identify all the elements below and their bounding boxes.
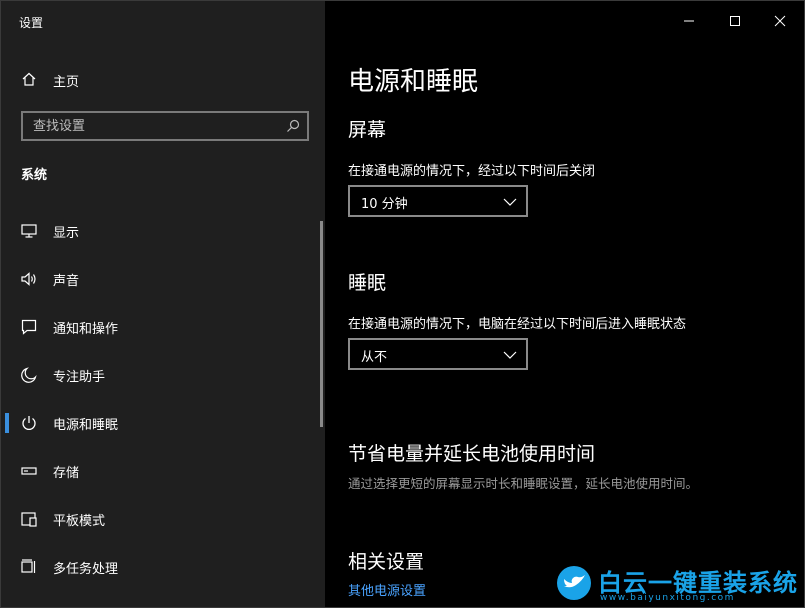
settings-window: 设置 主页 系统 显示 bbox=[0, 0, 805, 608]
battery-description: 通过选择更短的屏幕显示时长和睡眠设置，延长电池使用时间。 bbox=[348, 476, 699, 491]
related-settings-heading: 相关设置 bbox=[348, 551, 425, 573]
sidebar-item-label: 多任务处理 bbox=[53, 562, 119, 577]
sidebar-item-label: 通知和操作 bbox=[53, 322, 119, 337]
sleep-description: 在接通电源的情况下，电脑在经过以下时间后进入睡眠状态 bbox=[348, 317, 687, 332]
multitask-icon bbox=[21, 559, 36, 573]
sidebar-scrollbar[interactable] bbox=[320, 221, 323, 427]
sidebar-item-label: 平板模式 bbox=[53, 514, 106, 529]
sidebar-nav: 显示 声音 通知和操作 专注助手 电源和睡眠 存储 平板模式 多任务处理 bbox=[1, 207, 325, 591]
tablet-icon bbox=[21, 512, 37, 527]
section-label-system: 系统 bbox=[21, 168, 48, 183]
sidebar-item-label: 专注助手 bbox=[53, 370, 106, 385]
battery-heading: 节省电量并延长电池使用时间 bbox=[348, 443, 596, 465]
monitor-icon bbox=[21, 224, 37, 238]
screen-timeout-value: 10 分钟 bbox=[361, 197, 408, 212]
maximize-button[interactable] bbox=[719, 7, 751, 35]
sleep-timeout-value: 从不 bbox=[361, 350, 388, 365]
sidebar-item-multitasking[interactable]: 多任务处理 bbox=[1, 543, 325, 591]
search-box bbox=[21, 111, 309, 141]
sleep-timeout-dropdown[interactable]: 从不 bbox=[348, 338, 528, 370]
sidebar-item-storage[interactable]: 存储 bbox=[1, 447, 325, 495]
close-button[interactable] bbox=[764, 7, 796, 35]
sidebar-item-focus-assist[interactable]: 专注助手 bbox=[1, 351, 325, 399]
home-icon bbox=[22, 72, 36, 86]
page-title: 电源和睡眠 bbox=[348, 67, 479, 97]
sidebar-item-display[interactable]: 显示 bbox=[1, 207, 325, 255]
minimize-icon bbox=[684, 20, 694, 22]
bird-logo-icon bbox=[557, 566, 591, 600]
sidebar-item-label: 显示 bbox=[53, 226, 80, 241]
notification-icon bbox=[21, 319, 37, 335]
additional-power-settings-link[interactable]: 其他电源设置 bbox=[348, 580, 426, 599]
sidebar-item-power-sleep[interactable]: 电源和睡眠 bbox=[1, 399, 325, 447]
sidebar-item-label: 声音 bbox=[53, 274, 80, 289]
sleep-heading: 睡眠 bbox=[348, 272, 387, 294]
screen-heading: 屏幕 bbox=[348, 119, 387, 141]
sidebar-item-notifications[interactable]: 通知和操作 bbox=[1, 303, 325, 351]
maximize-icon bbox=[730, 16, 740, 26]
sidebar-item-sound[interactable]: 声音 bbox=[1, 255, 325, 303]
sidebar: 设置 主页 系统 显示 bbox=[1, 1, 325, 607]
storage-icon bbox=[21, 467, 37, 475]
chevron-down-icon bbox=[503, 198, 517, 206]
sidebar-item-label: 存储 bbox=[53, 466, 80, 481]
close-icon bbox=[774, 15, 786, 27]
sidebar-home[interactable]: 主页 bbox=[1, 63, 325, 95]
minimize-button[interactable] bbox=[673, 7, 705, 35]
sidebar-item-tablet-mode[interactable]: 平板模式 bbox=[1, 495, 325, 543]
sidebar-item-label: 电源和睡眠 bbox=[53, 418, 119, 433]
screen-description: 在接通电源的情况下，经过以下时间后关闭 bbox=[348, 164, 596, 179]
search-icon[interactable] bbox=[285, 118, 301, 134]
moon-icon bbox=[21, 367, 37, 383]
watermark: 白云一键重装系统 www.baiyunxitong.com bbox=[556, 563, 805, 608]
power-icon bbox=[22, 416, 36, 430]
sidebar-home-label: 主页 bbox=[53, 75, 80, 90]
speaker-icon bbox=[21, 272, 36, 286]
chevron-down-icon bbox=[503, 351, 517, 359]
screen-timeout-dropdown[interactable]: 10 分钟 bbox=[348, 185, 528, 217]
window-title: 设置 bbox=[19, 16, 44, 30]
watermark-url: www.baiyunxitong.com bbox=[600, 593, 735, 603]
search-input[interactable] bbox=[23, 113, 273, 139]
